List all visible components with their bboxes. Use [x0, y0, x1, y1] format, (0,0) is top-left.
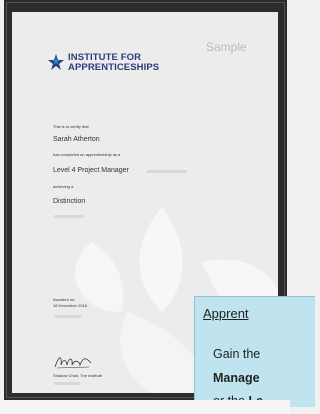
star-logo-icon [48, 54, 64, 70]
recipient-name: Sarah Atherton [53, 136, 100, 143]
info-panel-title[interactable]: Apprent [203, 306, 249, 321]
logo-line-2: APPRENTICESHIPS [68, 62, 160, 73]
logo-text: INSTITUTE FOR APPRENTICESHIPS [68, 53, 159, 73]
info-panel[interactable]: Apprent Gain the Manage or the Le [194, 296, 315, 408]
signature-image [54, 357, 92, 369]
faint-text-placeholder [54, 315, 82, 318]
signatory-title: Shadow Chair, The Institute [53, 373, 103, 378]
achieving-text: achieving a [53, 184, 74, 189]
faint-text-placeholder [54, 215, 84, 218]
page-background-strip [0, 400, 290, 414]
sample-watermark: Sample [206, 40, 247, 54]
certify-text: This is to certify that [53, 124, 89, 129]
completed-text: has completed an apprenticeship as a [53, 152, 121, 157]
faint-text-placeholder [147, 170, 187, 173]
info-panel-line-2: Manage [213, 371, 260, 385]
apprenticeship-title: Level 4 Project Manager [53, 167, 129, 174]
faint-text-placeholder [54, 382, 80, 385]
awarded-label: Awarded on: [53, 297, 76, 302]
institute-logo: INSTITUTE FOR APPRENTICESHIPS [45, 47, 185, 87]
grade: Distinction [53, 198, 86, 205]
awarded-date: 16 December 2016 [53, 303, 88, 308]
info-panel-line-1: Gain the [213, 347, 261, 361]
